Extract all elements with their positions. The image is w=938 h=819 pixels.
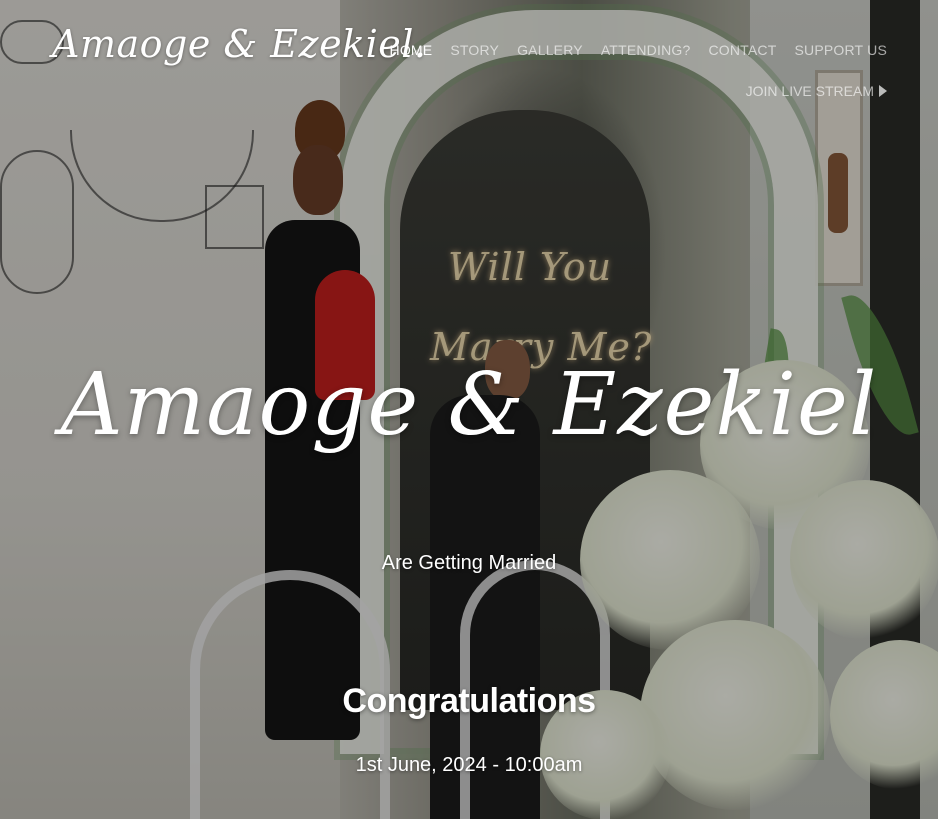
join-live-stream-label: JOIN LIVE STREAM: [745, 83, 874, 99]
main-nav: HOME STORY GALLERY ATTENDING? CONTACT SU…: [390, 42, 887, 58]
join-live-stream-link[interactable]: JOIN LIVE STREAM: [746, 83, 887, 99]
site-logo[interactable]: Amaoge & Ezekiel.: [52, 22, 426, 66]
wedding-date: 1st June, 2024 - 10:00am: [355, 754, 583, 776]
nav-support-us[interactable]: SUPPORT US: [794, 42, 887, 58]
nav-contact[interactable]: CONTACT: [708, 42, 776, 58]
nav-story[interactable]: STORY: [450, 42, 499, 58]
hero-title: Amaoge & Ezekiel: [60, 355, 878, 455]
nav-attending[interactable]: ATTENDING?: [601, 42, 691, 58]
hero-subtitle: Are Getting Married: [381, 552, 557, 574]
congratulations-heading: Congratulations: [342, 682, 596, 720]
nav-home[interactable]: HOME: [390, 42, 433, 58]
play-icon: [879, 85, 887, 97]
nav-gallery[interactable]: GALLERY: [517, 42, 583, 58]
